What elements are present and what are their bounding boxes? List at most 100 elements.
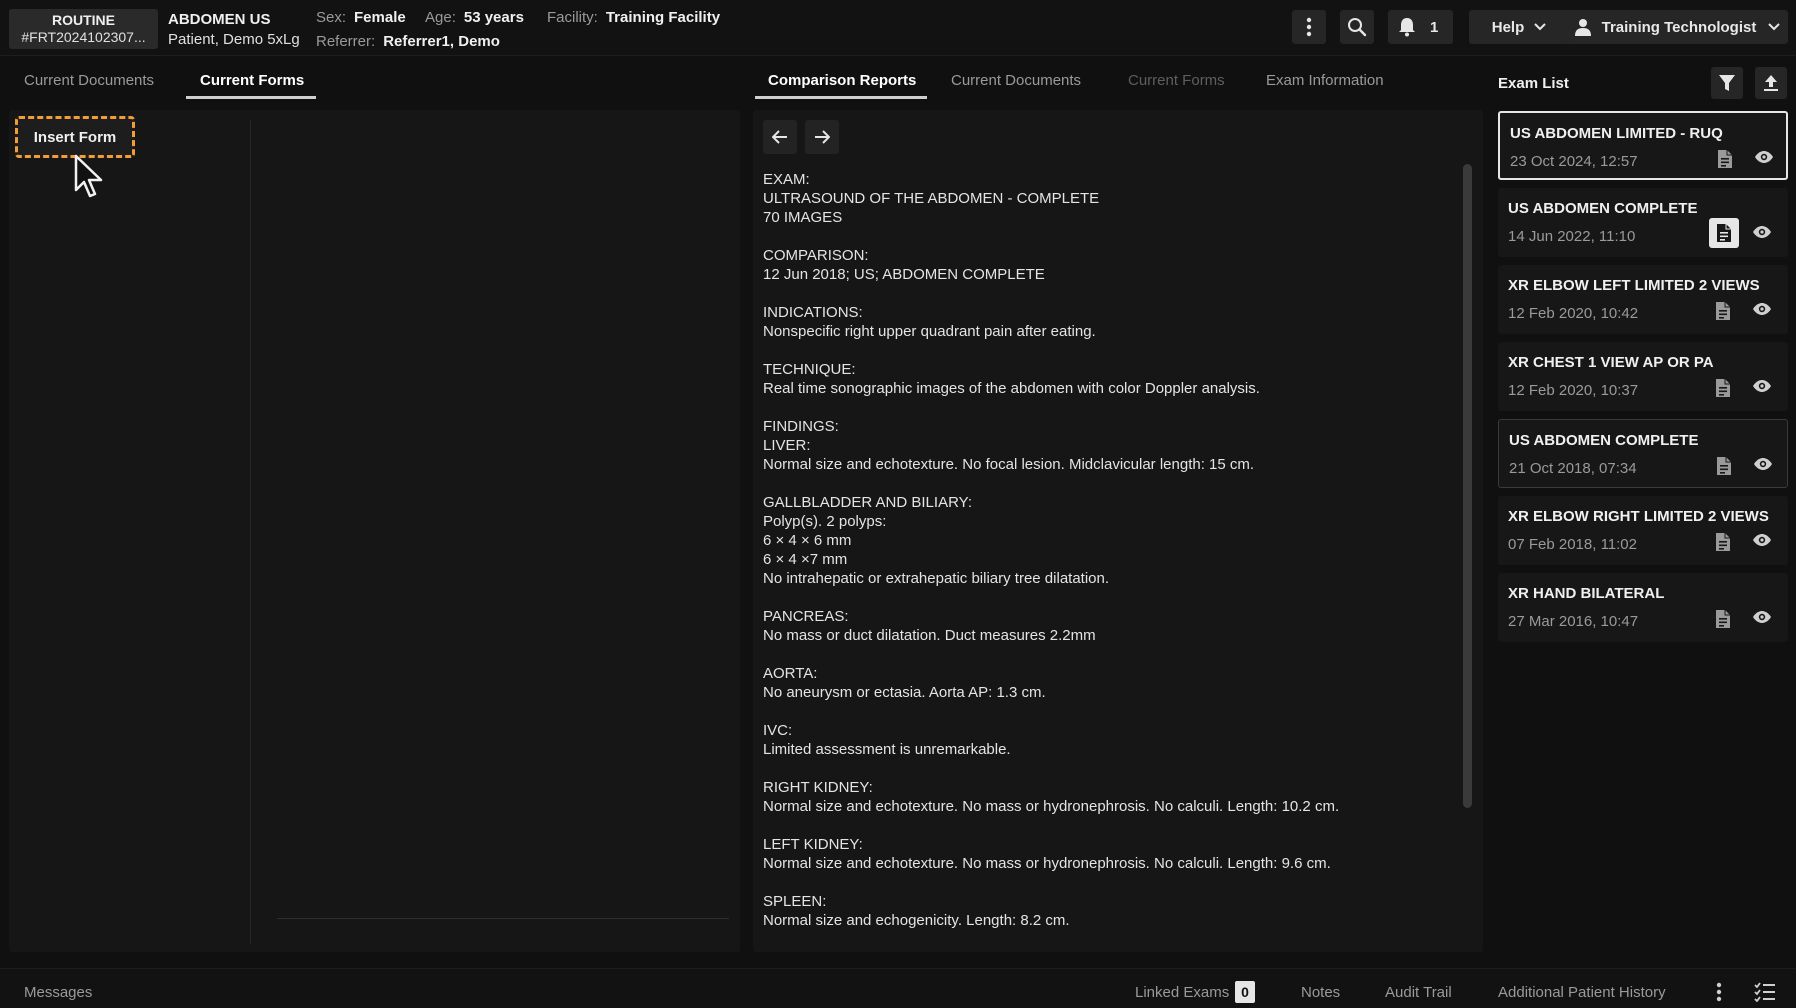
report-section-heading: GALLBLADDER AND BILIARY: xyxy=(763,494,972,511)
notification-count: 1 xyxy=(1430,18,1439,36)
next-report-button[interactable] xyxy=(805,120,839,154)
exam-list-item[interactable]: XR CHEST 1 VIEW AP OR PA 12 Feb 2020, 10:… xyxy=(1498,342,1788,411)
document-icon[interactable] xyxy=(1709,218,1739,248)
exam-title: XR CHEST 1 VIEW AP OR PA xyxy=(1508,354,1714,371)
age-label: Age: xyxy=(425,9,456,26)
help-menu-button[interactable]: Help xyxy=(1469,10,1569,44)
report-line: Normal size and echogenicity. Length: 8.… xyxy=(763,912,1070,929)
report-section-heading: EXAM: xyxy=(763,171,810,188)
active-tab-indicator xyxy=(186,96,316,99)
exam-name: ABDOMEN US xyxy=(168,11,271,28)
exam-list-item[interactable]: XR ELBOW RIGHT LIMITED 2 VIEWS 07 Feb 201… xyxy=(1498,496,1788,565)
facility-value: Training Facility xyxy=(605,9,721,26)
exam-date: 21 Oct 2018, 07:34 xyxy=(1509,460,1637,477)
document-icon[interactable] xyxy=(1715,378,1731,398)
exam-list-item[interactable]: US ABDOMEN COMPLETE 21 Oct 2018, 07:34 xyxy=(1498,419,1788,488)
eye-icon[interactable] xyxy=(1752,302,1772,316)
eye-icon[interactable] xyxy=(1752,610,1772,624)
report-text: EXAM: ULTRASOUND OF THE ABDOMEN - COMPLET… xyxy=(763,170,1453,944)
exam-date: 12 Feb 2020, 10:37 xyxy=(1508,382,1639,399)
report-viewport: EXAM: ULTRASOUND OF THE ABDOMEN - COMPLET… xyxy=(753,164,1473,944)
additional-patient-history-link[interactable]: Additional Patient History xyxy=(1498,984,1666,1001)
forms-bottom-divider xyxy=(277,918,729,919)
age-value: 53 years xyxy=(463,9,524,26)
sex-value: Female xyxy=(354,9,406,26)
tab-current-documents[interactable]: Current Documents xyxy=(951,72,1081,89)
mouse-cursor-icon xyxy=(74,154,103,198)
report-line: Polyp(s). 2 polyps: xyxy=(763,513,887,530)
exam-list-item[interactable]: XR ELBOW LEFT LIMITED 2 VIEWS 12 Feb 2020… xyxy=(1498,265,1788,334)
report-section: GALLBLADDER AND BILIARY: Polyp(s). 2 poly… xyxy=(763,493,1453,588)
filter-button[interactable] xyxy=(1711,67,1743,99)
more-options-button[interactable] xyxy=(1292,10,1326,44)
document-icon[interactable] xyxy=(1715,532,1731,552)
top-header: ROUTINE #FRT2024102307... ABDOMEN US Pat… xyxy=(0,0,1796,56)
eye-icon[interactable] xyxy=(1753,457,1773,471)
exam-list-title: Exam List xyxy=(1498,75,1569,92)
eye-icon[interactable] xyxy=(1752,379,1772,393)
report-section: COMPARISON: 12 Jun 2018; US; ABDOMEN COMP… xyxy=(763,246,1453,284)
kebab-icon xyxy=(1306,17,1312,37)
bell-icon xyxy=(1399,18,1415,37)
sex-label: Sex: xyxy=(316,9,347,26)
audit-trail-link[interactable]: Audit Trail xyxy=(1385,984,1452,1001)
upload-button[interactable] xyxy=(1755,67,1787,99)
referrer-label: Referrer: xyxy=(316,33,376,50)
checklist-button[interactable] xyxy=(1754,982,1776,1002)
exam-date: 14 Jun 2022, 11:10 xyxy=(1508,228,1636,245)
eye-icon[interactable] xyxy=(1752,225,1772,239)
exam-date: 07 Feb 2018, 11:02 xyxy=(1508,536,1637,553)
tab-current-forms: Current Forms xyxy=(1128,72,1225,89)
report-section: EXAM: ULTRASOUND OF THE ABDOMEN - COMPLET… xyxy=(763,170,1453,227)
document-icon[interactable] xyxy=(1715,301,1731,321)
report-section: PANCREAS: No mass or duct dilatation. Duc… xyxy=(763,607,1453,645)
report-section-heading: SPLEEN: xyxy=(763,893,827,910)
exam-title: XR ELBOW RIGHT LIMITED 2 VIEWS xyxy=(1508,508,1769,525)
document-icon[interactable] xyxy=(1715,609,1731,629)
exam-title: US ABDOMEN COMPLETE xyxy=(1508,200,1698,217)
report-line: 6 × 4 ×7 mm xyxy=(763,551,848,568)
chevron-down-icon xyxy=(1534,23,1546,31)
report-line: 6 × 4 × 6 mm xyxy=(763,532,852,549)
report-scrollbar[interactable] xyxy=(1463,164,1472,808)
exam-date: 27 Mar 2016, 10:47 xyxy=(1508,613,1639,630)
search-button[interactable] xyxy=(1340,10,1374,44)
insert-form-button[interactable]: Insert Form xyxy=(15,116,135,158)
tab-current-documents-left[interactable]: Current Documents xyxy=(24,72,154,89)
eye-icon[interactable] xyxy=(1754,150,1774,164)
document-icon[interactable] xyxy=(1716,456,1732,476)
report-line: ULTRASOUND OF THE ABDOMEN - COMPLETE xyxy=(763,190,1100,207)
report-section: RIGHT KIDNEY: Normal size and echotexture… xyxy=(763,778,1453,816)
exam-list-item[interactable]: US ABDOMEN COMPLETE 14 Jun 2022, 11:10 xyxy=(1498,188,1788,257)
tab-comparison-reports[interactable]: Comparison Reports xyxy=(768,72,916,89)
exam-list-item[interactable]: XR HAND BILATERAL 27 Mar 2016, 10:47 xyxy=(1498,573,1788,642)
exam-date: 23 Oct 2024, 12:57 xyxy=(1510,153,1638,170)
report-line: Normal size and echotexture. No mass or … xyxy=(763,798,1340,815)
previous-report-button[interactable] xyxy=(763,120,797,154)
notifications-button[interactable]: 1 xyxy=(1388,10,1453,44)
report-section: TECHNIQUE: Real time sonographic images o… xyxy=(763,360,1453,398)
exam-list-item[interactable]: US ABDOMEN LIMITED - RUQ 23 Oct 2024, 12:… xyxy=(1498,111,1788,180)
report-section-heading: COMPARISON: xyxy=(763,247,869,264)
report-line: No aneurysm or ectasia. Aorta AP: 1.3 cm… xyxy=(763,684,1046,701)
upload-icon xyxy=(1764,75,1778,91)
notes-link[interactable]: Notes xyxy=(1301,984,1340,1001)
report-line: Limited assessment is unremarkable. xyxy=(763,741,1011,758)
arrow-left-icon xyxy=(772,130,787,144)
linked-exams-link[interactable]: Linked Exams xyxy=(1135,984,1229,1001)
report-section: INDICATIONS: Nonspecific right upper quad… xyxy=(763,303,1453,341)
eye-icon[interactable] xyxy=(1752,533,1772,547)
report-line: LIVER: xyxy=(763,437,811,454)
tab-exam-information[interactable]: Exam Information xyxy=(1266,72,1384,89)
user-menu-button[interactable]: Training Technologist xyxy=(1566,10,1788,44)
priority-badge[interactable]: ROUTINE #FRT2024102307... xyxy=(9,9,158,49)
report-line: No mass or duct dilatation. Duct measure… xyxy=(763,627,1096,644)
messages-link[interactable]: Messages xyxy=(24,984,92,1001)
report-section: LEFT KIDNEY: Normal size and echotexture.… xyxy=(763,835,1453,873)
active-tab-indicator xyxy=(755,96,927,99)
report-line: Nonspecific right upper quadrant pain af… xyxy=(763,323,1096,340)
footer-more-button[interactable] xyxy=(1716,982,1722,1002)
tab-current-forms-left[interactable]: Current Forms xyxy=(200,72,304,89)
checklist-icon xyxy=(1754,982,1775,1002)
document-icon[interactable] xyxy=(1717,149,1733,169)
